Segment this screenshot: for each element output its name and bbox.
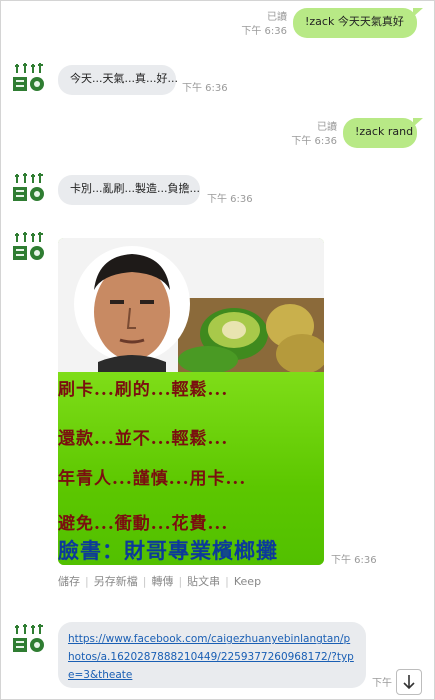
action-separator: | (142, 575, 147, 588)
message-time: 下午 (372, 678, 392, 689)
read-receipt: 已讀 (267, 12, 287, 23)
action-separator: | (85, 575, 89, 588)
bot-avatar-icon[interactable] (10, 60, 48, 98)
outgoing-message[interactable]: !zack 今天天氣真好 (293, 8, 423, 38)
message-time: 下午 6:36 (207, 194, 253, 205)
message-time: 下午 6:36 (331, 555, 377, 566)
post-to-timeline-action[interactable]: 貼文串 (187, 575, 220, 588)
photo-portrait-image (58, 238, 324, 372)
incoming-message[interactable]: 卡別...亂刷...製造...負擔... (58, 175, 200, 205)
image-text-line: 年青人...謹慎...用卡... (58, 469, 247, 489)
bot-avatar-icon[interactable] (10, 621, 48, 659)
message-time: 下午 6:36 (182, 83, 228, 94)
action-separator: | (178, 575, 183, 588)
outgoing-message[interactable]: !zack rand (343, 118, 423, 148)
forward-action[interactable]: 轉傳 (151, 575, 173, 588)
image-text-line: 還款...並不...輕鬆... (58, 429, 229, 449)
bot-avatar-icon[interactable] (10, 170, 48, 208)
incoming-message[interactable]: 今天...天氣...真...好... (58, 65, 178, 95)
keep-action[interactable]: Keep (234, 575, 261, 588)
save-as-action[interactable]: 另存新檔 (94, 575, 138, 588)
save-action[interactable]: 儲存 (58, 575, 80, 588)
arrow-down-icon (403, 675, 415, 690)
image-signature: 臉書：財哥專業檳榔攤 (58, 538, 278, 563)
image-text-line: 刷卡...刷的...輕鬆... (58, 380, 229, 400)
bot-avatar-icon[interactable] (10, 229, 48, 267)
facebook-link[interactable]: https://www.facebook.com/caigezhuanyebin… (68, 633, 354, 681)
chat-window: 已讀 下午 6:36 !zack 今天天氣真好 今天...天氣...真...好.… (0, 0, 435, 700)
read-receipt: 已讀 (317, 122, 337, 133)
link-message: https://www.facebook.com/caigezhuanyebin… (58, 622, 366, 688)
image-message[interactable]: 刷卡...刷的...輕鬆... 還款...並不...輕鬆... 年青人...謹慎… (58, 238, 324, 565)
image-action-bar: 儲存 | 另存新檔 | 轉傳 | 貼文串 | Keep (58, 573, 261, 589)
message-time: 下午 6:36 (291, 136, 337, 147)
image-text-line: 避免...衝動...花費... (58, 514, 229, 534)
message-time: 下午 6:36 (241, 26, 287, 37)
action-separator: | (225, 575, 229, 588)
scroll-to-bottom-button[interactable] (396, 669, 422, 695)
